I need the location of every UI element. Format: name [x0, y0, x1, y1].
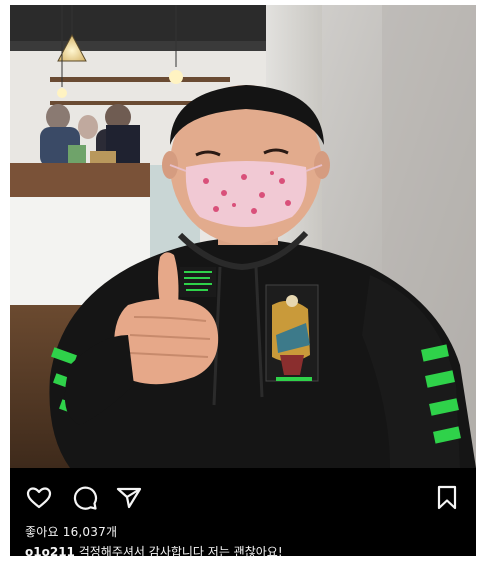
username-link[interactable]: o1o211 — [25, 545, 75, 559]
post-actions-bar — [10, 479, 476, 519]
likes-number: 16,037개 — [62, 525, 118, 539]
paper-plane-icon[interactable] — [114, 483, 144, 513]
likes-count[interactable]: 좋아요 16,037개 — [25, 523, 117, 540]
bookmark-icon[interactable] — [432, 483, 462, 513]
instagram-post: 좋아요 16,037개 o1o211 걱정해주셔서 감사합니다 저는 괜찮아요! — [10, 5, 476, 559]
heart-icon[interactable] — [24, 483, 54, 513]
likes-label: 좋아요 — [25, 525, 59, 539]
caption-text: 걱정해주셔서 감사합니다 저는 괜찮아요! — [78, 545, 283, 559]
post-photo[interactable] — [10, 5, 476, 468]
photo-illustration — [10, 5, 476, 468]
comment-bubble-icon[interactable] — [70, 483, 100, 513]
post-caption: o1o211 걱정해주셔서 감사합니다 저는 괜찮아요! — [25, 543, 283, 560]
